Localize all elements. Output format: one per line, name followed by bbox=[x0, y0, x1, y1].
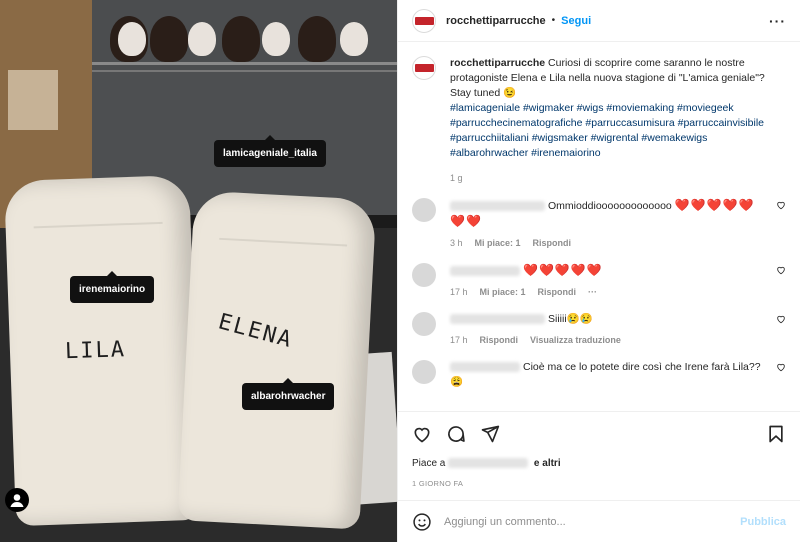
mannequin-head bbox=[188, 22, 216, 56]
comment-text: Ommioddiooooooooooooo bbox=[548, 200, 672, 212]
header-separator: • bbox=[551, 15, 556, 26]
action-bar: Piace a e altri 1 GIORNO FA bbox=[398, 411, 800, 488]
bookmark-icon[interactable] bbox=[766, 424, 786, 444]
paper-bag-right: ELENA bbox=[177, 190, 377, 530]
comment-likes[interactable]: Mi piace: 1 bbox=[475, 238, 521, 248]
comment-time: 17 h bbox=[450, 335, 468, 345]
logo bbox=[414, 64, 434, 72]
comment-like-icon[interactable] bbox=[776, 265, 786, 275]
caption-time: 1 g bbox=[450, 173, 463, 183]
comment-item: Siiiii😢😢 17 h Rispondi Visualizza traduz… bbox=[412, 312, 786, 345]
wig-head bbox=[298, 16, 336, 62]
comment-item: Cioè ma ce lo potete dire così che Irene… bbox=[412, 360, 786, 390]
comment-like-icon[interactable] bbox=[776, 314, 786, 324]
post-header: rocchettiparrucche • Segui ··· bbox=[398, 0, 800, 42]
comment-likes[interactable]: Mi piace: 1 bbox=[480, 287, 526, 297]
bag-fold bbox=[32, 183, 163, 229]
reply-button[interactable]: Rispondi bbox=[533, 238, 572, 248]
comment-avatar[interactable] bbox=[412, 263, 436, 287]
comment-avatar[interactable] bbox=[412, 360, 436, 384]
comment-avatar[interactable] bbox=[412, 312, 436, 336]
comment-time: 17 h bbox=[450, 287, 468, 297]
publish-button[interactable]: Pubblica bbox=[740, 516, 786, 528]
caption-username[interactable]: rocchettiparrucche bbox=[450, 57, 545, 69]
likes-suffix[interactable]: e altri bbox=[534, 458, 561, 469]
caption: rocchettiparrucche Curiosi di scoprire c… bbox=[412, 56, 786, 161]
comment-emoji: ❤️❤️❤️❤️❤️ bbox=[523, 263, 603, 277]
translate-button[interactable]: Visualizza traduzione bbox=[530, 335, 621, 345]
post-timestamp: 1 GIORNO FA bbox=[412, 479, 464, 488]
share-icon[interactable] bbox=[480, 424, 500, 444]
blurred-username bbox=[450, 201, 545, 212]
more-icon[interactable]: ··· bbox=[588, 287, 597, 297]
avatar[interactable] bbox=[412, 8, 436, 33]
comment-item: Ommioddiooooooooooooo ❤️❤️❤️❤️❤️❤️❤️ 3 h… bbox=[412, 198, 786, 248]
caption-avatar[interactable] bbox=[412, 56, 436, 80]
comment-avatar[interactable] bbox=[412, 198, 436, 222]
bag-left-label: LILA bbox=[64, 337, 127, 365]
caption-hashtags[interactable]: #lamicageniale #wigmaker #wigs #moviemak… bbox=[450, 102, 764, 159]
photo-tag-irenemaiorino[interactable]: irenemaiorino bbox=[70, 271, 155, 303]
mannequin-head bbox=[262, 22, 290, 56]
post-photo[interactable]: LILA ELENA lamicageniale_italia irenemai… bbox=[0, 0, 397, 542]
paper-bag-left: LILA bbox=[4, 174, 201, 527]
blurred-username bbox=[450, 362, 520, 373]
emoji-icon[interactable] bbox=[412, 512, 432, 532]
logo bbox=[414, 16, 434, 25]
blurred-username bbox=[450, 266, 520, 277]
comment-like-icon[interactable] bbox=[776, 362, 786, 372]
comment-icon[interactable] bbox=[446, 424, 466, 444]
photo-tag-albarohrwacher[interactable]: albarohrwacher bbox=[242, 378, 335, 410]
comment-text: Siiiii😢😢 bbox=[548, 313, 593, 325]
box-label bbox=[8, 70, 58, 130]
comment-input[interactable]: Aggiungi un commento... bbox=[444, 516, 566, 528]
wig-head bbox=[222, 16, 260, 62]
caption-text: rocchettiparrucche Curiosi di scoprire c… bbox=[450, 56, 786, 161]
comments-feed[interactable]: rocchettiparrucche Curiosi di scoprire c… bbox=[398, 42, 800, 411]
header-username[interactable]: rocchettiparrucche bbox=[446, 15, 546, 27]
heart-icon[interactable] bbox=[412, 424, 432, 444]
comment-like-icon[interactable] bbox=[776, 200, 786, 210]
blurred-username bbox=[448, 458, 529, 469]
reply-button[interactable]: Rispondi bbox=[538, 287, 577, 297]
add-comment-bar: Aggiungi un commento... Pubblica bbox=[398, 500, 800, 542]
comment-item: ❤️❤️❤️❤️❤️ 17 h Mi piace: 1 Rispondi ··· bbox=[412, 263, 786, 297]
bag-right-label: ELENA bbox=[215, 309, 296, 354]
shelf-edge bbox=[92, 62, 397, 65]
wig-head bbox=[150, 16, 188, 62]
mannequin-head bbox=[118, 22, 146, 56]
photo-tag-lamicageniale[interactable]: lamicageniale_italia bbox=[214, 135, 326, 167]
blurred-username bbox=[450, 314, 545, 325]
follow-button[interactable]: Segui bbox=[561, 15, 591, 27]
user-tag-icon[interactable] bbox=[5, 488, 29, 512]
reply-button[interactable]: Rispondi bbox=[480, 335, 519, 345]
more-icon[interactable]: ··· bbox=[769, 13, 786, 29]
comment-time: 3 h bbox=[450, 238, 463, 248]
mannequin-head bbox=[340, 22, 368, 56]
likes-summary[interactable]: Piace a e altri bbox=[412, 458, 786, 469]
bag-fold bbox=[219, 199, 349, 247]
likes-prefix: Piace a bbox=[412, 458, 446, 469]
post-panel: rocchettiparrucche • Segui ··· rocchetti… bbox=[397, 0, 800, 542]
